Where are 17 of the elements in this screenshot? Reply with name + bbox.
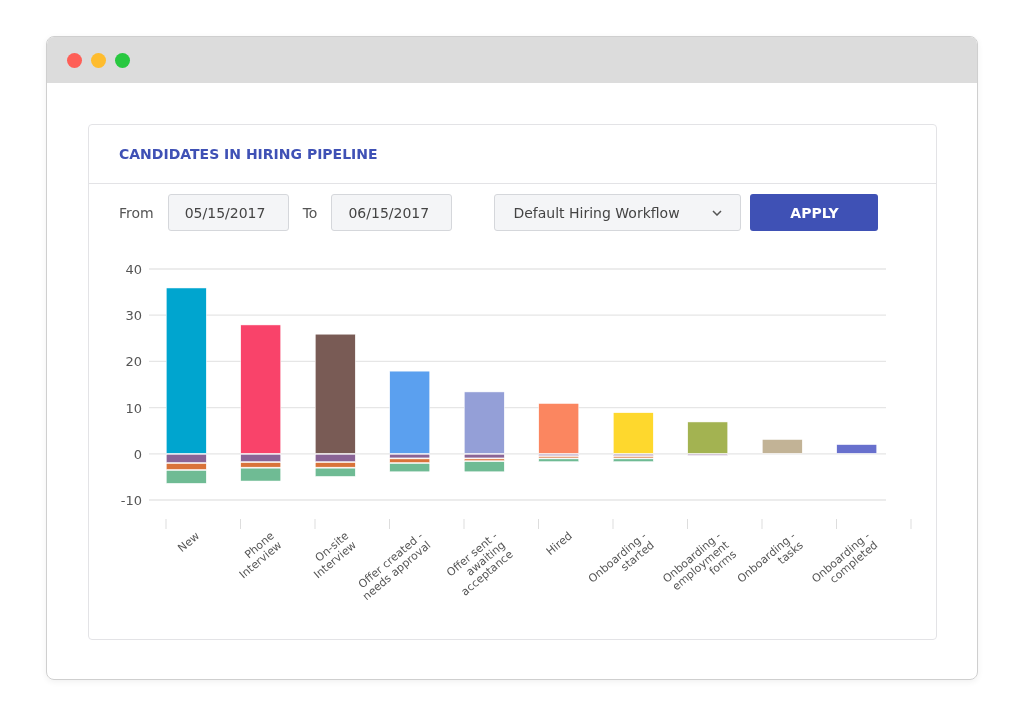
- close-icon[interactable]: [67, 52, 82, 68]
- y-tick-label: 10: [125, 400, 142, 416]
- y-tick-label: 40: [125, 262, 142, 277]
- minimize-icon[interactable]: [91, 52, 106, 68]
- to-date-field[interactable]: 06/15/2017: [331, 194, 453, 231]
- y-tick-label: 20: [125, 354, 142, 370]
- y-tick-label: -10: [120, 493, 142, 508]
- from-date-field[interactable]: 05/15/2017: [167, 194, 289, 231]
- card-title: CANDIDATES IN HIRING PIPELINE: [119, 146, 378, 162]
- to-label: To: [302, 204, 318, 221]
- apply-button[interactable]: APPLY: [750, 194, 879, 231]
- from-label: From: [119, 204, 154, 221]
- maximize-icon[interactable]: [115, 52, 130, 68]
- y-tick-label: 0: [133, 446, 142, 462]
- y-tick-label: 30: [125, 308, 142, 324]
- workflow-dropdown[interactable]: Default Hiring Workflow: [494, 194, 742, 231]
- chevron-down-icon: [712, 209, 723, 216]
